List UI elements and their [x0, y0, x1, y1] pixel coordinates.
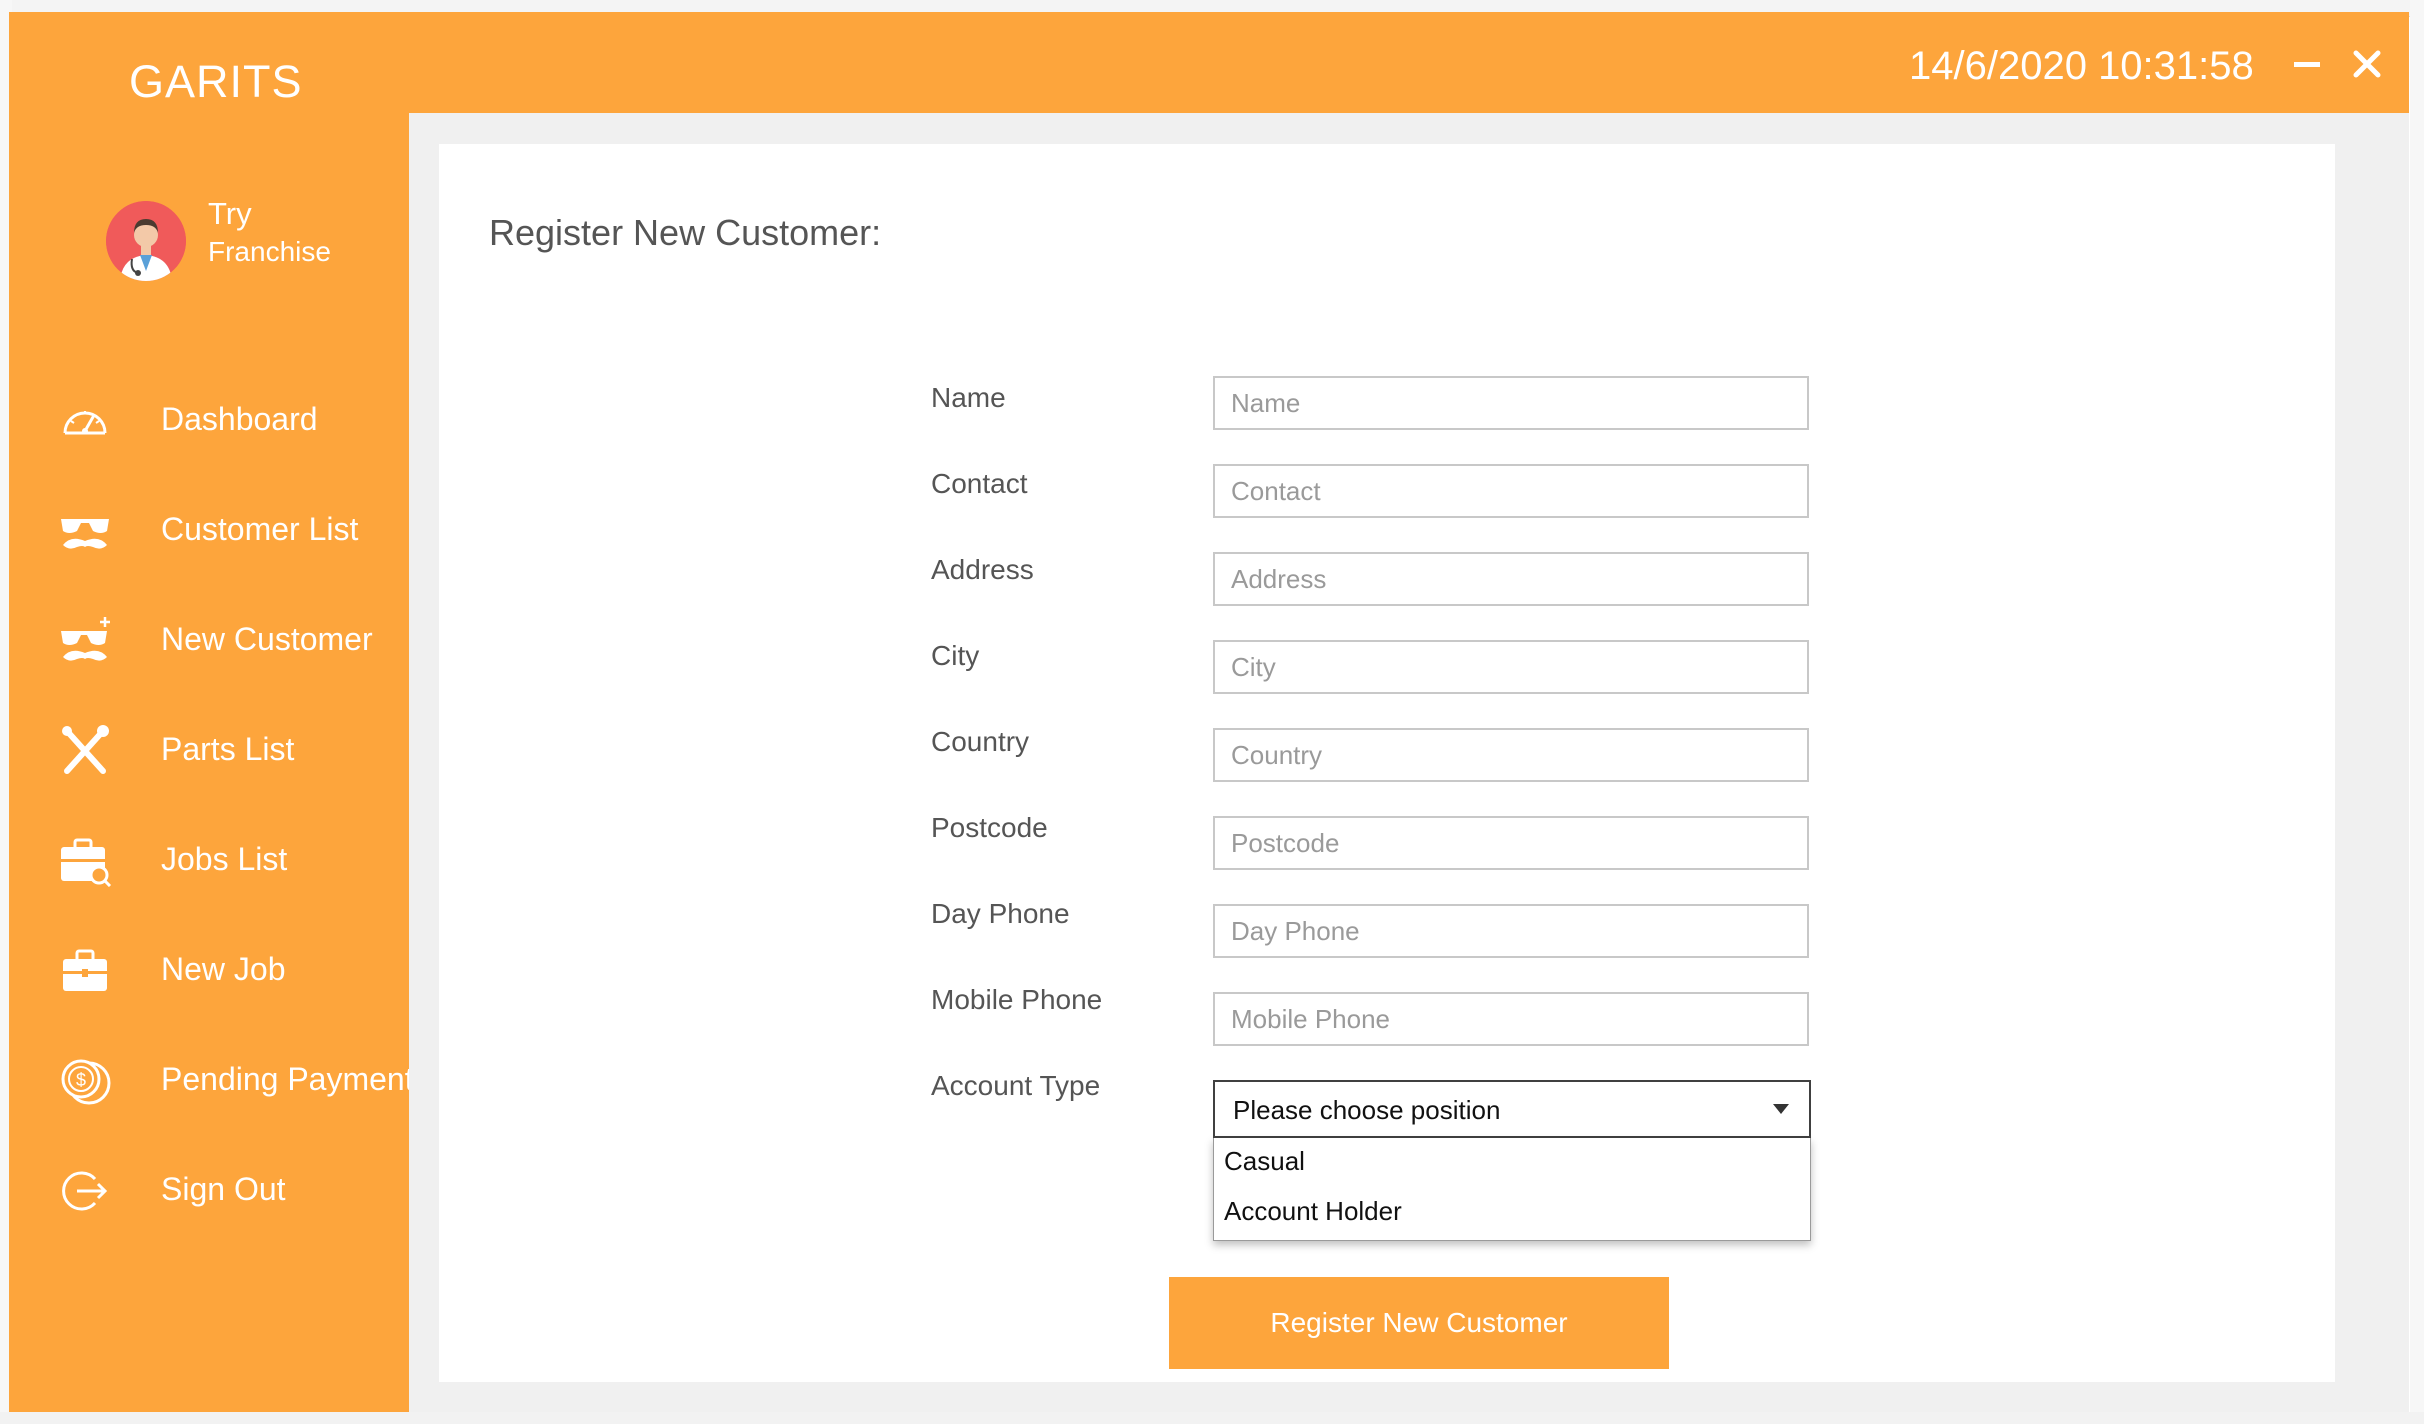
- mobile-phone-label: Mobile Phone: [931, 984, 1103, 1015]
- sidebar-item-label: Dashboard: [161, 401, 318, 437]
- sidebar-item-dashboard[interactable]: Dashboard: [9, 377, 409, 467]
- chevron-down-icon: [1771, 1102, 1791, 1121]
- sidebar-item-customer-list[interactable]: Customer List: [9, 487, 409, 577]
- account-type-selected-value: Please choose position: [1233, 1095, 1501, 1125]
- address-input[interactable]: [1213, 552, 1809, 606]
- title-bar[interactable]: GARITS 14/6/2020 10:31:58: [9, 12, 2409, 113]
- city-label: City: [931, 640, 980, 671]
- briefcase-add-icon: [57, 945, 113, 997]
- city-input[interactable]: [1213, 640, 1809, 694]
- sidebar-item-new-job[interactable]: New Job: [9, 927, 409, 1017]
- sidebar-item-jobs-list[interactable]: Jobs List: [9, 817, 409, 907]
- sidebar: Try Franchise Dashboard Customer List Ne…: [9, 113, 414, 1412]
- name-input[interactable]: [1213, 376, 1809, 430]
- avatar: [106, 201, 186, 281]
- wrench-screwdriver-icon: [57, 725, 113, 777]
- postcode-input[interactable]: [1213, 816, 1809, 870]
- main-content: Register New Customer: Name Contact Addr…: [409, 113, 2409, 1412]
- background-window-right: [2410, 0, 2424, 1424]
- sidebar-item-label: Jobs List: [161, 841, 288, 877]
- postcode-label: Postcode: [931, 812, 1048, 843]
- option-casual[interactable]: Casual: [1224, 1146, 1305, 1177]
- mobile-phone-input[interactable]: [1213, 992, 1809, 1046]
- country-input[interactable]: [1213, 728, 1809, 782]
- speedometer-icon: [57, 395, 113, 447]
- day-phone-input[interactable]: [1213, 904, 1809, 958]
- mustache-glasses-add-icon: [57, 615, 113, 667]
- option-account-holder[interactable]: Account Holder: [1224, 1196, 1402, 1227]
- profile-name-line2: Franchise: [208, 236, 331, 267]
- sidebar-item-label: Parts List: [161, 731, 295, 767]
- address-label: Address: [931, 554, 1034, 585]
- name-label: Name: [931, 382, 1006, 413]
- close-icon: [2353, 50, 2381, 78]
- svg-text:$: $: [76, 1070, 86, 1090]
- sidebar-item-label: Sign Out: [161, 1171, 286, 1207]
- contact-input[interactable]: [1213, 464, 1809, 518]
- sidebar-item-label: New Customer: [161, 621, 373, 657]
- account-type-label: Account Type: [931, 1070, 1101, 1101]
- account-type-select[interactable]: Please choose position: [1213, 1080, 1811, 1138]
- app-window: GARITS 14/6/2020 10:31:58 Try Franchise …: [9, 12, 2409, 1412]
- register-form-card: Register New Customer: Name Contact Addr…: [439, 144, 2335, 1382]
- background-window-bottom: [0, 1412, 2424, 1424]
- doctor-avatar-icon: [106, 201, 186, 281]
- user-profile: Try Franchise: [106, 196, 406, 291]
- day-phone-label: Day Phone: [931, 898, 1070, 929]
- app-brand: GARITS: [129, 56, 303, 107]
- close-button[interactable]: [2345, 42, 2389, 86]
- mustache-glasses-icon: [57, 505, 113, 557]
- sidebar-item-label: New Job: [161, 951, 286, 987]
- minimize-button[interactable]: [2285, 42, 2329, 86]
- register-customer-button[interactable]: Register New Customer: [1169, 1277, 1669, 1369]
- sidebar-item-parts-list[interactable]: Parts List: [9, 707, 409, 797]
- sidebar-item-sign-out[interactable]: Sign Out: [9, 1147, 409, 1237]
- profile-name: Try Franchise: [208, 195, 331, 271]
- page-title: Register New Customer:: [489, 212, 882, 253]
- briefcase-search-icon: [57, 835, 113, 888]
- sidebar-item-pending-payment[interactable]: $ Pending Payment: [9, 1037, 414, 1127]
- datetime-display: 14/6/2020 10:31:58: [1909, 44, 2254, 88]
- sidebar-item-label: Pending Payment: [161, 1061, 414, 1097]
- contact-label: Contact: [931, 468, 1028, 499]
- sidebar-item-new-customer[interactable]: New Customer: [9, 597, 409, 687]
- profile-name-line1: Try: [208, 196, 252, 231]
- country-label: Country: [931, 726, 1030, 757]
- coins-icon: $: [57, 1055, 113, 1107]
- sidebar-item-label: Customer List: [161, 511, 359, 547]
- sign-out-icon: [57, 1165, 113, 1217]
- account-type-dropdown: Casual Account Holder: [1213, 1138, 1811, 1241]
- minimize-icon: [2294, 62, 2320, 67]
